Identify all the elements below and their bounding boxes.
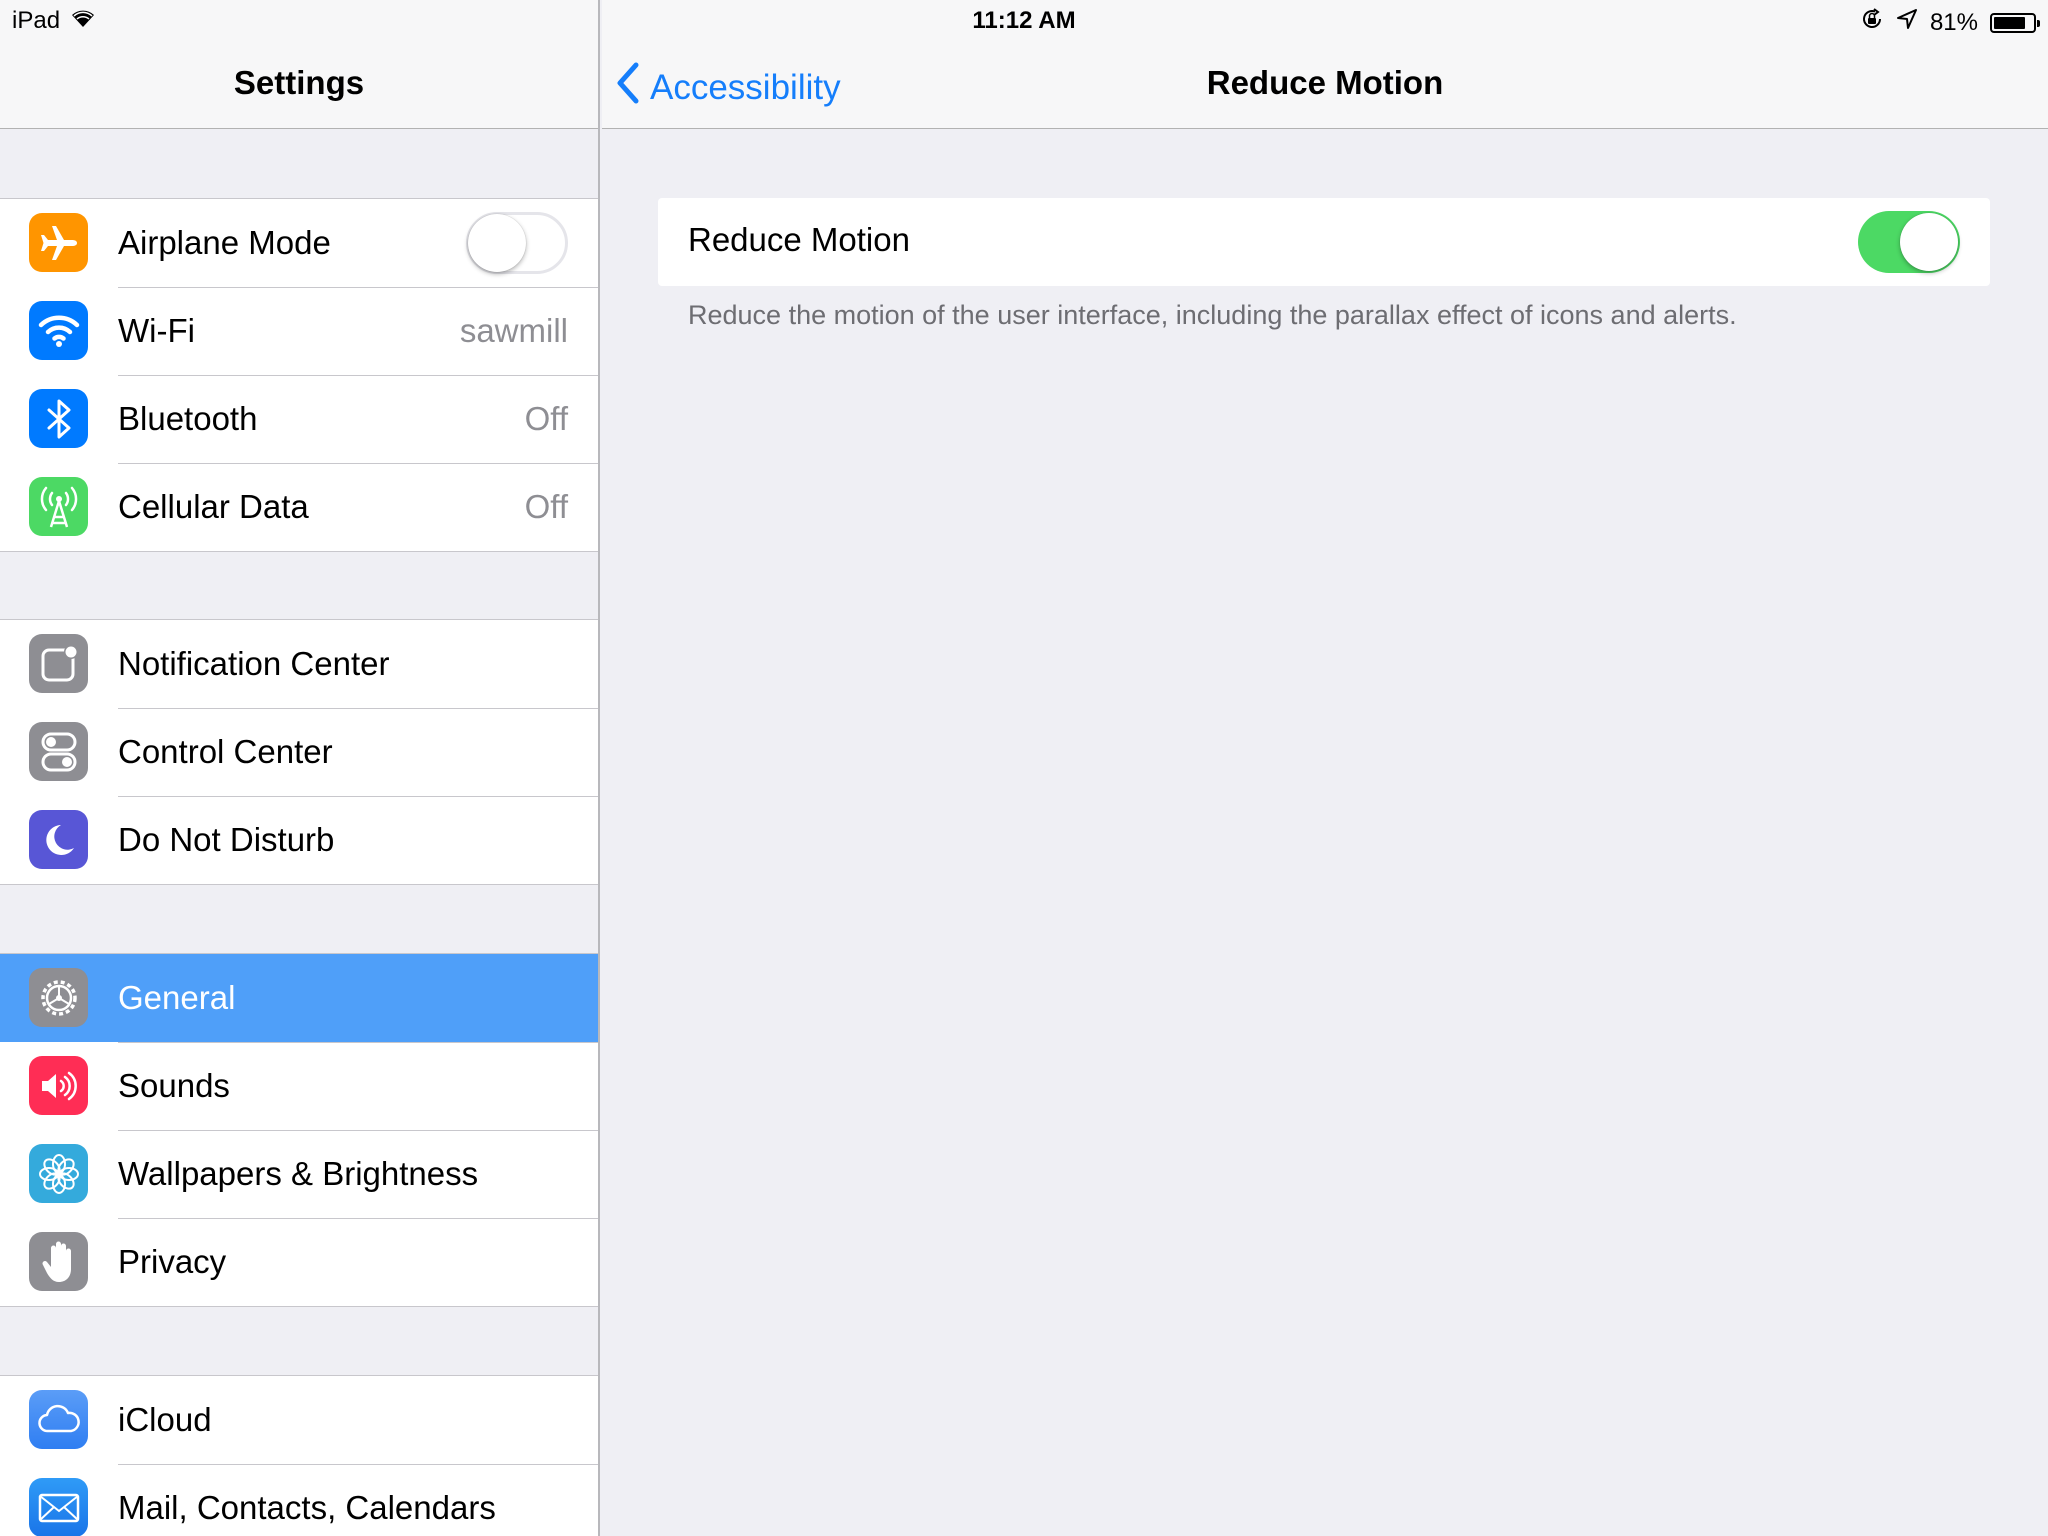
- page-title: Reduce Motion: [1206, 64, 1444, 101]
- speaker-icon: [29, 1056, 88, 1115]
- status-right: 81%: [1860, 7, 2040, 38]
- control-center-icon: [29, 722, 88, 781]
- sidebar-item-label: Privacy: [118, 1243, 227, 1280]
- reduce-motion-label: Reduce Motion: [688, 221, 910, 258]
- sidebar-item-label: Wi-Fi: [118, 312, 195, 349]
- sidebar-title: Settings: [233, 64, 365, 101]
- location-arrow-icon: [1896, 8, 1918, 37]
- sidebar-item-label: Control Center: [118, 733, 333, 770]
- sidebar-item-label: General: [118, 979, 236, 1016]
- sidebar-item-wallpapers-brightness[interactable]: Wallpapers & Brightness: [0, 1130, 598, 1218]
- bluetooth-icon: [29, 389, 88, 448]
- wifi-network-value: sawmill: [459, 312, 568, 349]
- rotation-lock-icon: [1860, 7, 1884, 38]
- sidebar-item-bluetooth[interactable]: Bluetooth Off: [0, 375, 598, 463]
- toggle-knob: [468, 214, 526, 272]
- cellular-icon: [29, 477, 88, 536]
- toggle-knob: [1900, 213, 1958, 271]
- sidebar-item-icloud[interactable]: iCloud: [0, 1376, 598, 1464]
- status-time: 11:12 AM: [972, 7, 1076, 34]
- sidebar-item-label: Cellular Data: [118, 488, 309, 525]
- wifi-icon: [29, 301, 88, 360]
- sidebar-group-connectivity: Airplane Mode Wi-Fi sawmill Bluetooth Of…: [0, 198, 598, 552]
- sidebar-item-do-not-disturb[interactable]: Do Not Disturb: [0, 796, 598, 884]
- sidebar-item-sounds[interactable]: Sounds: [0, 1042, 598, 1130]
- flower-icon: [29, 1144, 88, 1203]
- reduce-motion-row: Reduce Motion: [658, 198, 1990, 286]
- notification-center-icon: [29, 634, 88, 693]
- sidebar-item-label: Do Not Disturb: [118, 821, 335, 858]
- sidebar-item-label: Wallpapers & Brightness: [118, 1155, 479, 1192]
- airplane-icon: [29, 213, 88, 272]
- sidebar-item-label: Notification Center: [118, 645, 390, 682]
- reduce-motion-toggle[interactable]: [1858, 211, 1960, 273]
- sidebar-item-label: Airplane Mode: [118, 224, 331, 261]
- reduce-motion-description: Reduce the motion of the user interface,…: [688, 300, 1737, 330]
- sidebar-item-general[interactable]: General: [0, 954, 598, 1042]
- bluetooth-status-value: Off: [524, 400, 568, 437]
- hand-icon: [29, 1232, 88, 1291]
- battery-percent: 81%: [1929, 8, 1978, 36]
- sidebar-group-notifications: Notification Center Control Center Do No…: [0, 619, 598, 885]
- mail-icon: [29, 1478, 88, 1536]
- sidebar-item-label: Sounds: [118, 1067, 230, 1104]
- sidebar-item-cellular-data[interactable]: Cellular Data Off: [0, 463, 598, 551]
- sidebar-item-airplane-mode[interactable]: Airplane Mode: [0, 199, 598, 287]
- airplane-mode-toggle[interactable]: [466, 212, 568, 274]
- settings-sidebar: Settings Airplane Mode Wi-Fi sawmill Blu…: [0, 0, 600, 1536]
- sidebar-item-mail-contacts-calendars[interactable]: Mail, Contacts, Calendars: [0, 1464, 598, 1536]
- sidebar-item-notification-center[interactable]: Notification Center: [0, 620, 598, 708]
- sidebar-item-control-center[interactable]: Control Center: [0, 708, 598, 796]
- battery-icon: [1990, 12, 2040, 33]
- sidebar-group-general: General Sounds Wallpapers & Brightness P…: [0, 953, 598, 1307]
- cellular-status-value: Off: [524, 488, 568, 525]
- sidebar-group-accounts: iCloud Mail, Contacts, Calendars: [0, 1375, 598, 1536]
- sidebar-item-privacy[interactable]: Privacy: [0, 1218, 598, 1306]
- moon-icon: [29, 810, 88, 869]
- cloud-icon: [29, 1390, 88, 1449]
- status-bar: iPad 11:12 AM 81%: [0, 0, 2048, 40]
- gear-icon: [29, 968, 88, 1027]
- sidebar-item-label: iCloud: [118, 1401, 212, 1438]
- sidebar-item-wifi[interactable]: Wi-Fi sawmill: [0, 287, 598, 375]
- sidebar-item-label: Mail, Contacts, Calendars: [118, 1489, 496, 1526]
- battery-level-fill: [1994, 16, 2025, 29]
- sidebar-item-label: Bluetooth: [118, 400, 258, 437]
